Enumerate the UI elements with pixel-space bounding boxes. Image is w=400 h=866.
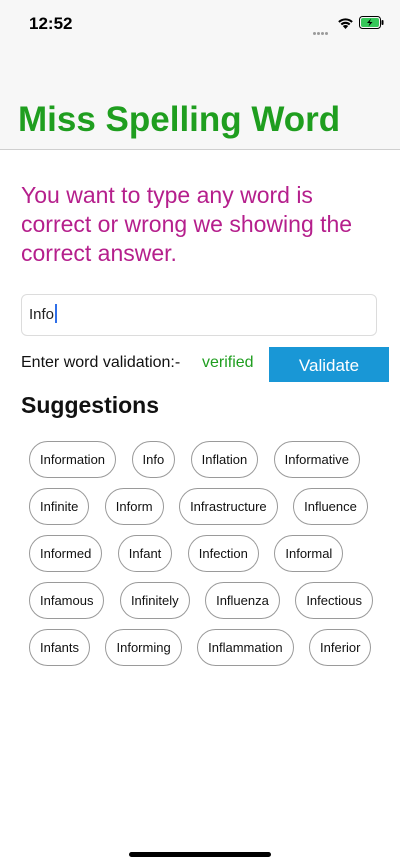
battery-charging-icon — [359, 16, 384, 34]
suggestions-heading: Suggestions — [21, 392, 160, 418]
validation-label: Enter word validation:- — [21, 354, 181, 371]
status-bar: 12:52 — [0, 0, 400, 48]
suggestion-chip[interactable]: Infinitely — [119, 582, 190, 619]
suggestion-chip[interactable]: Informing — [105, 629, 182, 666]
chip-row: Information Info Inflation Informative — [29, 441, 379, 478]
status-time: 12:52 — [29, 14, 73, 33]
suggestion-chip[interactable]: Infectious — [295, 582, 373, 619]
suggestion-chip[interactable]: Informative — [273, 441, 360, 478]
suggestion-chip[interactable]: Informal — [274, 535, 344, 572]
validation-status: verified — [202, 354, 254, 371]
suggestion-chip[interactable]: Inflation — [190, 441, 259, 478]
suggestion-chip[interactable]: Infant — [117, 535, 173, 572]
suggestion-chip[interactable]: Inferior — [309, 629, 372, 666]
text-caret — [55, 304, 58, 324]
suggestion-chip[interactable]: Infamous — [29, 582, 105, 619]
suggestion-chip[interactable]: Inflammation — [197, 629, 294, 666]
suggestion-chip[interactable]: Infants — [29, 629, 91, 666]
suggestion-chip[interactable]: Influenza — [205, 582, 280, 619]
suggestion-chip[interactable]: Infinite — [29, 488, 90, 525]
suggestion-chip[interactable]: Infrastructure — [179, 488, 278, 525]
signal-dots-icon — [313, 22, 331, 35]
page-title: Miss Spelling Word — [18, 100, 341, 139]
suggestion-chip[interactable]: Inform — [104, 488, 164, 525]
home-indicator[interactable] — [129, 852, 271, 857]
suggestion-chip[interactable]: Info — [131, 441, 176, 478]
suggestion-chip[interactable]: Information — [29, 441, 117, 478]
suggestion-chip[interactable]: Informed — [29, 535, 103, 572]
chip-row: Infants Informing Inflammation Inferior — [29, 629, 379, 666]
suggestion-chip[interactable]: Infection — [187, 535, 259, 572]
validate-button[interactable]: Validate — [269, 347, 389, 382]
intro-text: You want to type any word is correct or … — [21, 182, 353, 266]
chip-row: Informed Infant Infection Informal — [29, 535, 379, 572]
word-input-value: Info — [29, 306, 55, 323]
chip-row: Infamous Infinitely Influenza Infectious — [29, 582, 379, 619]
chip-row: Infinite Inform Infrastructure Influence — [29, 488, 379, 525]
suggestion-chip[interactable]: Influence — [293, 488, 368, 525]
word-input[interactable]: Info — [21, 294, 377, 336]
suggestion-chips: Information Info Inflation Informative I… — [29, 441, 379, 676]
navigation-bar: Miss Spelling Word — [0, 48, 400, 150]
wifi-icon — [337, 16, 354, 34]
